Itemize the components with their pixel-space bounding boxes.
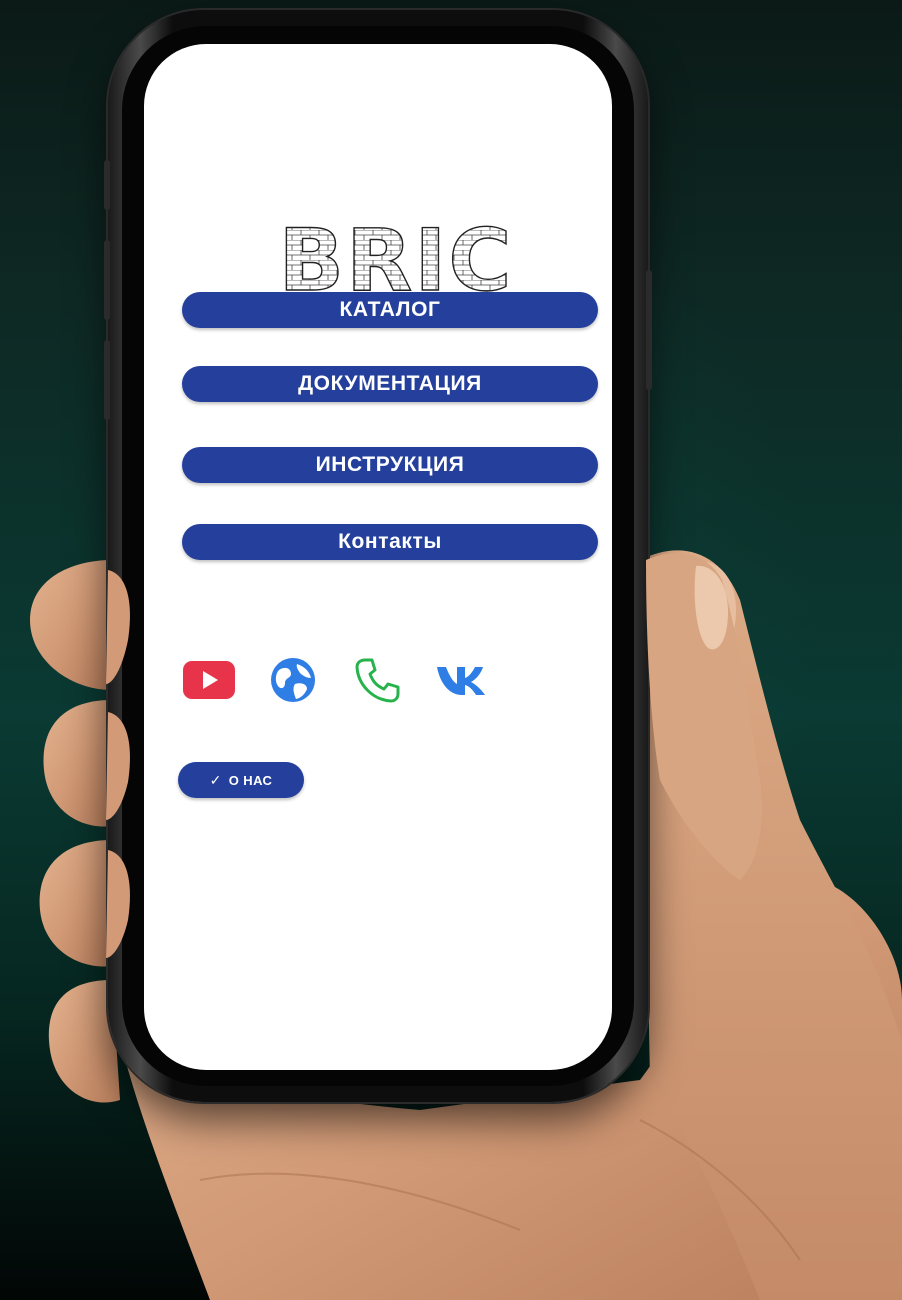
logo-text: BRIC: [279, 220, 514, 300]
phone-power-button: [646, 270, 652, 390]
contacts-button[interactable]: Контакты: [182, 524, 598, 560]
catalog-button-label: КАТАЛОГ: [339, 298, 441, 321]
catalog-button[interactable]: КАТАЛОГ: [182, 292, 598, 328]
about-us-button[interactable]: ✓ О НАС: [178, 762, 304, 798]
phone-volume-up: [104, 240, 110, 320]
globe-icon[interactable]: [262, 654, 324, 706]
phone-mute-switch: [104, 160, 110, 210]
social-links: [178, 650, 514, 710]
youtube-icon[interactable]: [178, 654, 240, 706]
phone-screen: BRIC КАТАЛОГ ДОКУМЕНТАЦИЯ ИНСТРУКЦИЯ Кон…: [144, 44, 612, 1070]
instruction-button-label: ИНСТРУКЦИЯ: [315, 453, 465, 476]
phone-frame: BRIC КАТАЛОГ ДОКУМЕНТАЦИЯ ИНСТРУКЦИЯ Кон…: [104, 10, 652, 1102]
phone-icon[interactable]: [346, 654, 408, 706]
vk-icon[interactable]: [430, 654, 492, 706]
contacts-button-label: Контакты: [338, 530, 442, 553]
phone-volume-down: [104, 340, 110, 420]
bric-logo: BRIC: [256, 210, 536, 311]
about-us-label: О НАС: [228, 772, 273, 788]
documentation-button[interactable]: ДОКУМЕНТАЦИЯ: [182, 366, 598, 402]
check-icon: ✓: [209, 771, 222, 788]
instruction-button[interactable]: ИНСТРУКЦИЯ: [182, 447, 598, 483]
documentation-button-label: ДОКУМЕНТАЦИЯ: [298, 372, 482, 395]
